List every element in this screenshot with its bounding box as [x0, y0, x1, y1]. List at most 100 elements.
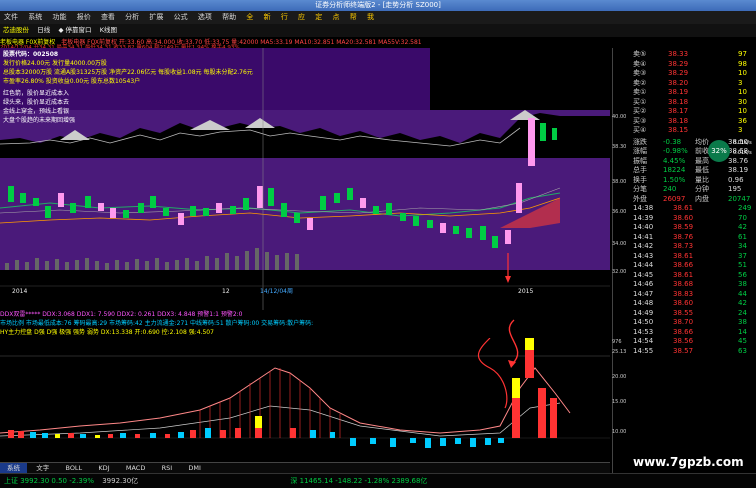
- tick-price: 38.57: [673, 346, 694, 355]
- tick-row: 14:41 38.76 61: [613, 233, 756, 242]
- order-volume: 36: [738, 116, 747, 125]
- window-titlebar: 证券分析师终端版2 - [走势分析 SZ000]: [0, 0, 756, 11]
- tick-time: 14:47: [633, 289, 654, 298]
- stat-value: 18224: [663, 166, 686, 174]
- tick-volume: 63: [738, 346, 747, 355]
- gauge-rate-b: 0.01K/s: [733, 150, 752, 156]
- menu-analysis[interactable]: 分析: [121, 11, 143, 24]
- status-bar: 上证 3992.30 0.50 -2.39% 3992.30亿 深 11465.…: [0, 473, 756, 488]
- stat-key: 涨跌: [633, 137, 647, 146]
- tick-time: 14:50: [633, 318, 654, 326]
- orderbook-row: 卖① 38.19 10: [613, 88, 756, 97]
- mini-axis-label: 15.00: [612, 399, 626, 405]
- tick-time: 14:40: [633, 223, 654, 231]
- stat-value: -0.98%: [663, 147, 688, 155]
- order-volume: 98: [738, 59, 747, 68]
- tick-row: 14:50 38.70 38: [613, 318, 756, 327]
- tick-row: 14:53 38.66 14: [613, 328, 756, 337]
- menu-file[interactable]: 文件: [0, 11, 22, 24]
- order-label: 卖③: [633, 69, 647, 77]
- period-selector[interactable]: 日线: [34, 24, 53, 37]
- mini-axis-label: 40.00: [612, 114, 626, 120]
- menu-right-0[interactable]: 全: [242, 11, 257, 24]
- menu-system[interactable]: 系统: [24, 11, 46, 24]
- stat-row: 分笔 240 分钟 195: [613, 185, 756, 194]
- menu-right-6[interactable]: 帮: [346, 11, 361, 24]
- tick-time: 14:41: [633, 232, 654, 241]
- menu-right-3[interactable]: 应: [294, 11, 309, 24]
- tick-price: 38.55: [673, 308, 694, 317]
- tick-time: 14:49: [633, 308, 654, 317]
- mini-axis-label: 32.00: [612, 269, 626, 275]
- menu-options[interactable]: 选项: [194, 11, 216, 24]
- tick-price: 38.61: [673, 204, 694, 212]
- menu-right-5[interactable]: 点: [329, 11, 344, 24]
- orderbook-row: 买③ 38.18 36: [613, 117, 756, 126]
- order-label: 卖②: [633, 78, 647, 87]
- tick-volume: 249: [738, 204, 752, 212]
- stat-value: 4.45%: [663, 156, 686, 165]
- tick-price: 38.60: [673, 213, 694, 222]
- stat-row: 换手 1.50% 量比 0.96: [613, 176, 756, 185]
- mini-axis-label: 25.13: [612, 349, 626, 355]
- tick-volume: 24: [738, 308, 747, 317]
- orderbook-row: 卖③ 38.29 10: [613, 69, 756, 78]
- order-price: 38.19: [668, 88, 689, 96]
- tick-row: 14:44 38.66 51: [613, 261, 756, 270]
- connector-arrow: [508, 319, 519, 368]
- tick-row: 14:49 38.55 24: [613, 309, 756, 318]
- tick-row: 14:46 38.68 38: [613, 280, 756, 289]
- tick-volume: 44: [738, 289, 747, 298]
- tick-price: 38.73: [673, 242, 694, 250]
- tick-price: 38.68: [673, 280, 694, 288]
- quote-panel: 卖⑤ 38.33 97 卖④ 38.29 98 卖③ 38.29 10 卖② 38.20 3 卖① 38.…: [612, 48, 756, 473]
- tick-volume: 42: [738, 299, 747, 307]
- order-price: 38.17: [668, 107, 689, 115]
- tick-volume: 51: [738, 261, 747, 269]
- stat-value-2: 195: [728, 185, 742, 193]
- menu-formula[interactable]: 公式: [170, 11, 192, 24]
- tick-price: 38.61: [673, 251, 694, 260]
- stat-key: 总手: [633, 166, 647, 174]
- mini-axis-label: 38.30: [612, 144, 626, 150]
- tick-time: 14:43: [633, 251, 654, 260]
- menu-view[interactable]: 查看: [97, 11, 119, 24]
- menu-right-2[interactable]: 行: [277, 11, 292, 24]
- menu-right-7[interactable]: 我: [363, 11, 378, 24]
- stat-key: 涨幅: [633, 147, 647, 155]
- menu-quote[interactable]: 报价: [73, 11, 95, 24]
- tick-price: 38.66: [673, 261, 694, 269]
- stat-key-2: 最低: [695, 166, 709, 174]
- dock-window-button[interactable]: ◆ 停靠窗口: [55, 24, 94, 37]
- order-label: 买④: [633, 126, 647, 134]
- tick-time: 14:39: [633, 213, 654, 222]
- tick-time: 14:53: [633, 327, 654, 336]
- order-label: 卖①: [633, 88, 647, 96]
- stat-value-2: 38.76: [728, 156, 749, 165]
- tick-time: 14:48: [633, 299, 654, 307]
- popup-header: 股票代码：002508: [3, 51, 59, 58]
- menu-right-1[interactable]: 新: [260, 11, 275, 24]
- popup-note-3: 金线上穿金，预线上看银: [3, 108, 70, 115]
- mini-axis-label: 20.00: [612, 374, 626, 380]
- menu-function[interactable]: 功能: [48, 11, 70, 24]
- order-price: 38.15: [668, 126, 689, 134]
- tick-row: 14:39 38.60 70: [613, 214, 756, 223]
- orderbook-row: 买④ 38.15 3: [613, 126, 756, 135]
- order-price: 38.33: [668, 50, 689, 58]
- menu-help[interactable]: 帮助: [218, 11, 240, 24]
- menu-extend[interactable]: 扩展: [145, 11, 167, 24]
- mini-axis-label: 38.00: [612, 179, 626, 185]
- stock-name[interactable]: 芯迪股份: [0, 24, 32, 37]
- tick-volume: 34: [738, 242, 747, 250]
- mini-axis-label: 34.00: [612, 241, 626, 247]
- order-price: 38.29: [668, 59, 689, 68]
- orderbook-row: 卖② 38.20 3: [613, 79, 756, 88]
- menu-right-4[interactable]: 定: [311, 11, 326, 24]
- order-label: 买①: [633, 97, 647, 106]
- tick-time: 14:38: [633, 204, 654, 212]
- tick-time: 14:54: [633, 337, 654, 345]
- kline-button[interactable]: K线图: [97, 24, 120, 37]
- outer-inner-row: 外盘 26097 内盘 20747: [613, 195, 756, 204]
- tick-row: 14:55 38.57 63: [613, 347, 756, 356]
